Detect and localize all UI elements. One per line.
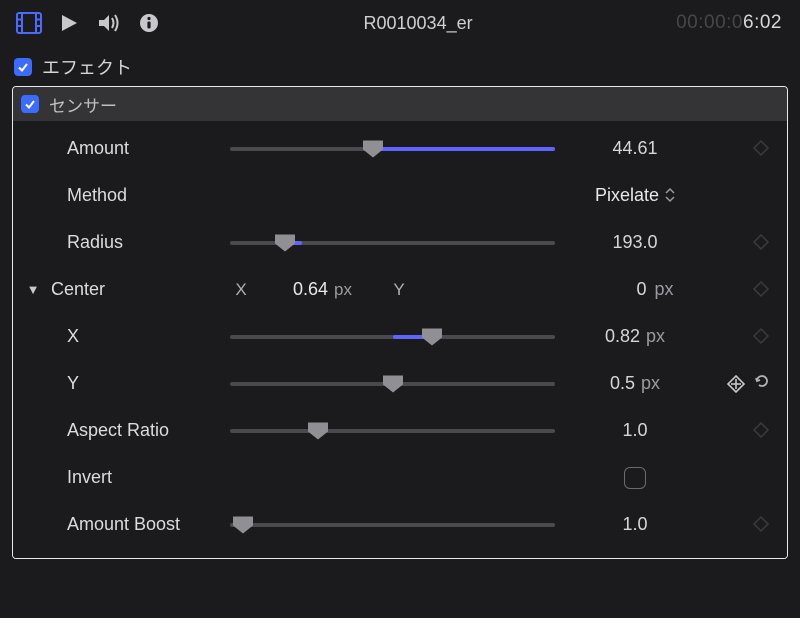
keyframe-icon[interactable] (727, 375, 745, 393)
effects-section-header: エフェクト (0, 46, 800, 84)
param-row-amount-boost: Amount Boost 1.0 (13, 501, 787, 548)
disclosure-triangle-icon[interactable]: ▼ (27, 282, 40, 297)
method-value: Pixelate (595, 185, 659, 206)
x-value[interactable]: 0.82 (605, 326, 640, 347)
y-value[interactable]: 0.5 (610, 373, 635, 394)
reset-icon[interactable] (753, 372, 771, 395)
amount-boost-slider[interactable] (230, 516, 555, 534)
param-label-method: Method (45, 185, 230, 206)
param-label-aspect: Aspect Ratio (45, 420, 230, 441)
amount-slider[interactable] (230, 140, 555, 158)
radius-slider[interactable] (230, 234, 555, 252)
param-row-x: X 0.82 px (13, 313, 787, 360)
play-tab-icon[interactable] (58, 12, 80, 34)
center-x-label: X (230, 280, 252, 300)
effects-section-label: エフェクト (42, 54, 132, 80)
param-label-y: Y (45, 373, 230, 394)
param-row-invert: Invert (13, 454, 787, 501)
audio-tab-icon[interactable] (98, 12, 120, 34)
keyframe-icon[interactable] (753, 516, 771, 534)
x-slider[interactable] (230, 328, 555, 346)
param-row-aspect-ratio: Aspect Ratio 1.0 (13, 407, 787, 454)
effects-enable-checkbox[interactable] (14, 58, 32, 76)
radius-value[interactable]: 193.0 (555, 232, 715, 253)
inspector-tabs (18, 12, 160, 34)
aspect-value[interactable]: 1.0 (555, 420, 715, 441)
center-x-value[interactable]: 0.64 (258, 279, 328, 300)
amount-value[interactable]: 44.61 (555, 138, 715, 159)
video-tab-icon[interactable] (18, 12, 40, 34)
keyframe-icon[interactable] (753, 140, 771, 158)
param-row-y: Y 0.5 px (13, 360, 787, 407)
effect-header[interactable]: センサー (13, 87, 787, 121)
x-unit: px (646, 326, 665, 347)
y-unit: px (641, 373, 660, 394)
timecode-lit: 6:02 (743, 12, 782, 33)
param-label-radius: Radius (45, 232, 230, 253)
param-label-x: X (45, 326, 230, 347)
param-label-center: Center (45, 279, 230, 300)
timecode-dim: 00:00:0 (676, 12, 743, 33)
center-x-unit: px (334, 280, 362, 300)
amount-boost-value[interactable]: 1.0 (555, 514, 715, 535)
center-y-value[interactable]: 0 (596, 279, 646, 300)
dropdown-arrows-icon (665, 187, 675, 205)
method-dropdown[interactable]: Pixelate (595, 185, 675, 206)
keyframe-icon[interactable] (753, 234, 771, 252)
aspect-slider[interactable] (230, 422, 555, 440)
param-row-center: ▼ Center X 0.64 px Y 0 px (13, 266, 787, 313)
inspector-tab-bar: R0010034_er 00:00:06:02 (0, 0, 800, 46)
effect-name: センサー (49, 92, 117, 117)
param-label-amount: Amount (45, 138, 230, 159)
effect-enable-checkbox[interactable] (21, 95, 39, 113)
center-y-unit: px (654, 279, 673, 300)
effect-params: Amount 44.61 Method (13, 121, 787, 558)
keyframe-icon[interactable] (753, 281, 771, 299)
y-slider[interactable] (230, 375, 555, 393)
keyframe-icon[interactable] (753, 422, 771, 440)
info-tab-icon[interactable] (138, 12, 160, 34)
param-row-method: Method Pixelate (13, 172, 787, 219)
clip-title: R0010034_er (160, 13, 676, 34)
timecode: 00:00:06:02 (676, 12, 782, 34)
keyframe-icon[interactable] (753, 328, 771, 346)
param-row-amount: Amount 44.61 (13, 125, 787, 172)
center-xy: X 0.64 px Y (230, 279, 555, 300)
param-label-amount-boost: Amount Boost (45, 514, 230, 535)
effect-panel: センサー Amount 44.61 (12, 86, 788, 559)
invert-checkbox[interactable] (624, 467, 646, 489)
param-label-invert: Invert (45, 467, 230, 488)
param-row-radius: Radius 193.0 (13, 219, 787, 266)
center-y-label: Y (388, 280, 410, 300)
